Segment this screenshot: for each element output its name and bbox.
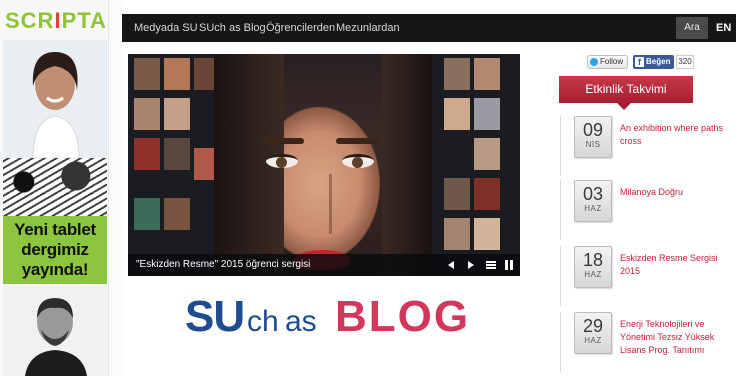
event-calendar-title: Etkinlik Takvimi: [559, 76, 693, 110]
nav-item-medyada-su[interactable]: Medyada SU: [134, 22, 198, 34]
nav-item-mezunlardan[interactable]: Mezunlardan: [336, 22, 400, 34]
main-navbar: Medyada SU SUch as Blog Öğrencilerden Me…: [122, 14, 736, 42]
language-toggle[interactable]: EN: [716, 22, 731, 34]
event-date-badge: 29 HAZ: [574, 312, 612, 354]
ad-gutter: [108, 0, 121, 376]
sidebar-ad[interactable]: SCRIPTA Yeni tablet dergimiz yayında!: [0, 0, 108, 376]
logo-text: ch: [247, 305, 279, 338]
logo-part: SCR: [5, 8, 55, 33]
ad-photo-woman: [3, 40, 107, 158]
logo-text: BLOG: [335, 292, 471, 341]
event-item[interactable]: 09 NİS An exhibition where paths cross: [560, 116, 736, 176]
event-month: NİS: [585, 140, 601, 149]
prev-icon[interactable]: [444, 258, 458, 272]
event-rail: [560, 246, 574, 306]
such-as-blog-logo[interactable]: SU ch as BLOG: [185, 292, 468, 341]
ad-banner[interactable]: Yeni tablet dergimiz yayında!: [3, 216, 107, 284]
list-icon[interactable]: [484, 258, 498, 272]
event-item[interactable]: 03 HAZ Milanoya Doğru: [560, 180, 736, 240]
event-title-link[interactable]: An exhibition where paths cross: [620, 122, 732, 148]
slider-thumbnail[interactable]: [444, 58, 470, 90]
ad-banner-line: yayında!: [21, 260, 89, 279]
event-rail: [560, 116, 574, 176]
portrait-brow: [260, 138, 304, 144]
portrait-nose: [312, 174, 332, 234]
nav-item-ogrencilerden[interactable]: Öğrencilerden: [266, 22, 335, 34]
ad-banner-line: Yeni tablet: [14, 220, 96, 239]
image-slider[interactable]: "Eskizden Resme" 2015 öğrenci sergisi: [128, 54, 520, 276]
facebook-like-count: 320: [676, 55, 694, 69]
slider-thumbnail[interactable]: [134, 58, 160, 90]
event-day: 09: [582, 120, 604, 140]
next-icon[interactable]: [464, 258, 478, 272]
portrait-eye: [266, 154, 298, 168]
twitter-follow-label: Follow: [600, 57, 624, 66]
slider-thumbnail[interactable]: [474, 138, 500, 170]
event-month: HAZ: [584, 336, 602, 345]
ad-photo-man: [3, 286, 107, 376]
event-item[interactable]: 18 HAZ Eskizden Resme Sergisi 2015: [560, 246, 736, 306]
slider-thumbnail[interactable]: [164, 98, 190, 130]
event-item[interactable]: 29 HAZ Enerji Teknolojileri ve Yönetimi …: [560, 312, 736, 372]
event-title-link[interactable]: Enerji Teknolojileri ve Yönetimi Tezsiz …: [620, 318, 732, 357]
slider-thumbnail[interactable]: [444, 218, 470, 250]
logo-part: PTA: [61, 8, 107, 33]
event-date-badge: 18 HAZ: [574, 246, 612, 288]
facebook-like-label: Beğen: [646, 57, 671, 66]
slider-thumbnail[interactable]: [474, 98, 500, 130]
event-title-link[interactable]: Milanoya Doğru: [620, 186, 732, 199]
slider-caption: "Eskizden Resme" 2015 öğrenci sergisi: [136, 259, 311, 270]
slider-thumbnail[interactable]: [444, 178, 470, 210]
slider-thumbnail[interactable]: [164, 198, 190, 230]
event-title-link[interactable]: Eskizden Resme Sergisi 2015: [620, 252, 732, 278]
event-rail: [560, 180, 574, 240]
event-month: HAZ: [584, 204, 602, 213]
scripta-logo[interactable]: SCRIPTA: [5, 8, 107, 34]
search-button[interactable]: Ara: [676, 17, 708, 39]
nav-item-such-as-blog[interactable]: SUch as Blog: [199, 22, 266, 34]
event-date-badge: 09 NİS: [574, 116, 612, 158]
twitter-icon: [590, 58, 598, 66]
event-month: HAZ: [584, 270, 602, 279]
slider-caption-bar: "Eskizden Resme" 2015 öğrenci sergisi: [128, 254, 520, 276]
slider-thumbnail[interactable]: [474, 58, 500, 90]
slider-thumbnail[interactable]: [134, 198, 160, 230]
slider-thumbnail[interactable]: [474, 218, 500, 250]
slider-thumbnail[interactable]: [164, 58, 190, 90]
slider-thumbnail[interactable]: [134, 138, 160, 170]
portrait-eye: [342, 154, 374, 168]
facebook-like-button[interactable]: f Beğen: [633, 55, 674, 69]
event-day: 18: [582, 250, 604, 270]
page: SCRIPTA Yeni tablet dergimiz yayında! Me…: [0, 0, 736, 376]
twitter-follow-button[interactable]: Follow: [587, 55, 628, 69]
slider-thumbnail[interactable]: [444, 98, 470, 130]
slider-thumbnail[interactable]: [134, 98, 160, 130]
pause-icon[interactable]: [502, 258, 516, 272]
portrait-brow: [336, 138, 380, 144]
portrait-hair: [382, 54, 432, 276]
facebook-icon: f: [635, 57, 644, 67]
event-date-badge: 03 HAZ: [574, 180, 612, 222]
event-day: 29: [582, 316, 604, 336]
slider-thumbnail[interactable]: [164, 138, 190, 170]
slider-main-image: [214, 54, 432, 276]
logo-text: as: [285, 305, 317, 338]
slider-thumbnail[interactable]: [474, 178, 500, 210]
logo-text: SU: [185, 292, 245, 341]
ad-banner-line: dergimiz: [21, 240, 89, 259]
event-day: 03: [582, 184, 604, 204]
logo-part: I: [54, 8, 62, 33]
event-rail: [560, 312, 574, 372]
